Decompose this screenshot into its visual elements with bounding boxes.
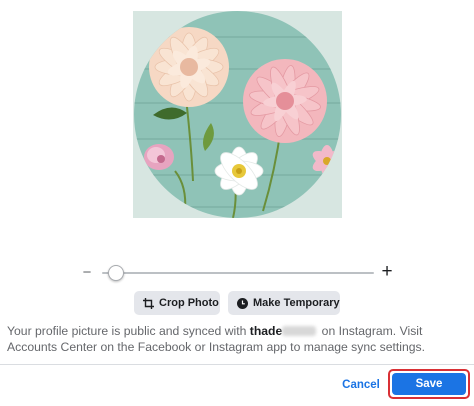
profile-photo-preview: [133, 11, 342, 218]
cancel-button[interactable]: Cancel: [335, 375, 387, 395]
zoom-in-icon[interactable]: +: [380, 262, 394, 282]
save-button[interactable]: Save: [392, 373, 466, 395]
zoom-out-icon[interactable]: −: [82, 264, 92, 282]
instagram-username: thade: [249, 324, 283, 338]
sync-notice: Your profile picture is public and synce…: [7, 323, 469, 355]
make-temporary-label: Make Temporary: [253, 297, 340, 309]
zoom-track[interactable]: [102, 272, 374, 274]
redacted-username-part: [282, 326, 317, 336]
crop-photo-button[interactable]: Crop Photo: [134, 291, 220, 315]
profile-photo-crop-area[interactable]: [133, 11, 342, 218]
sync-notice-prefix: Your profile picture is public and synce…: [7, 324, 247, 338]
clock-icon: [237, 297, 248, 309]
footer-divider: [0, 364, 474, 365]
photo-actions: Crop Photo Make Temporary: [0, 291, 474, 315]
make-temporary-button[interactable]: Make Temporary: [228, 291, 340, 315]
zoom-handle[interactable]: [108, 265, 124, 281]
crop-icon: [143, 297, 154, 309]
zoom-slider[interactable]: − +: [80, 262, 396, 283]
crop-photo-label: Crop Photo: [159, 297, 219, 309]
